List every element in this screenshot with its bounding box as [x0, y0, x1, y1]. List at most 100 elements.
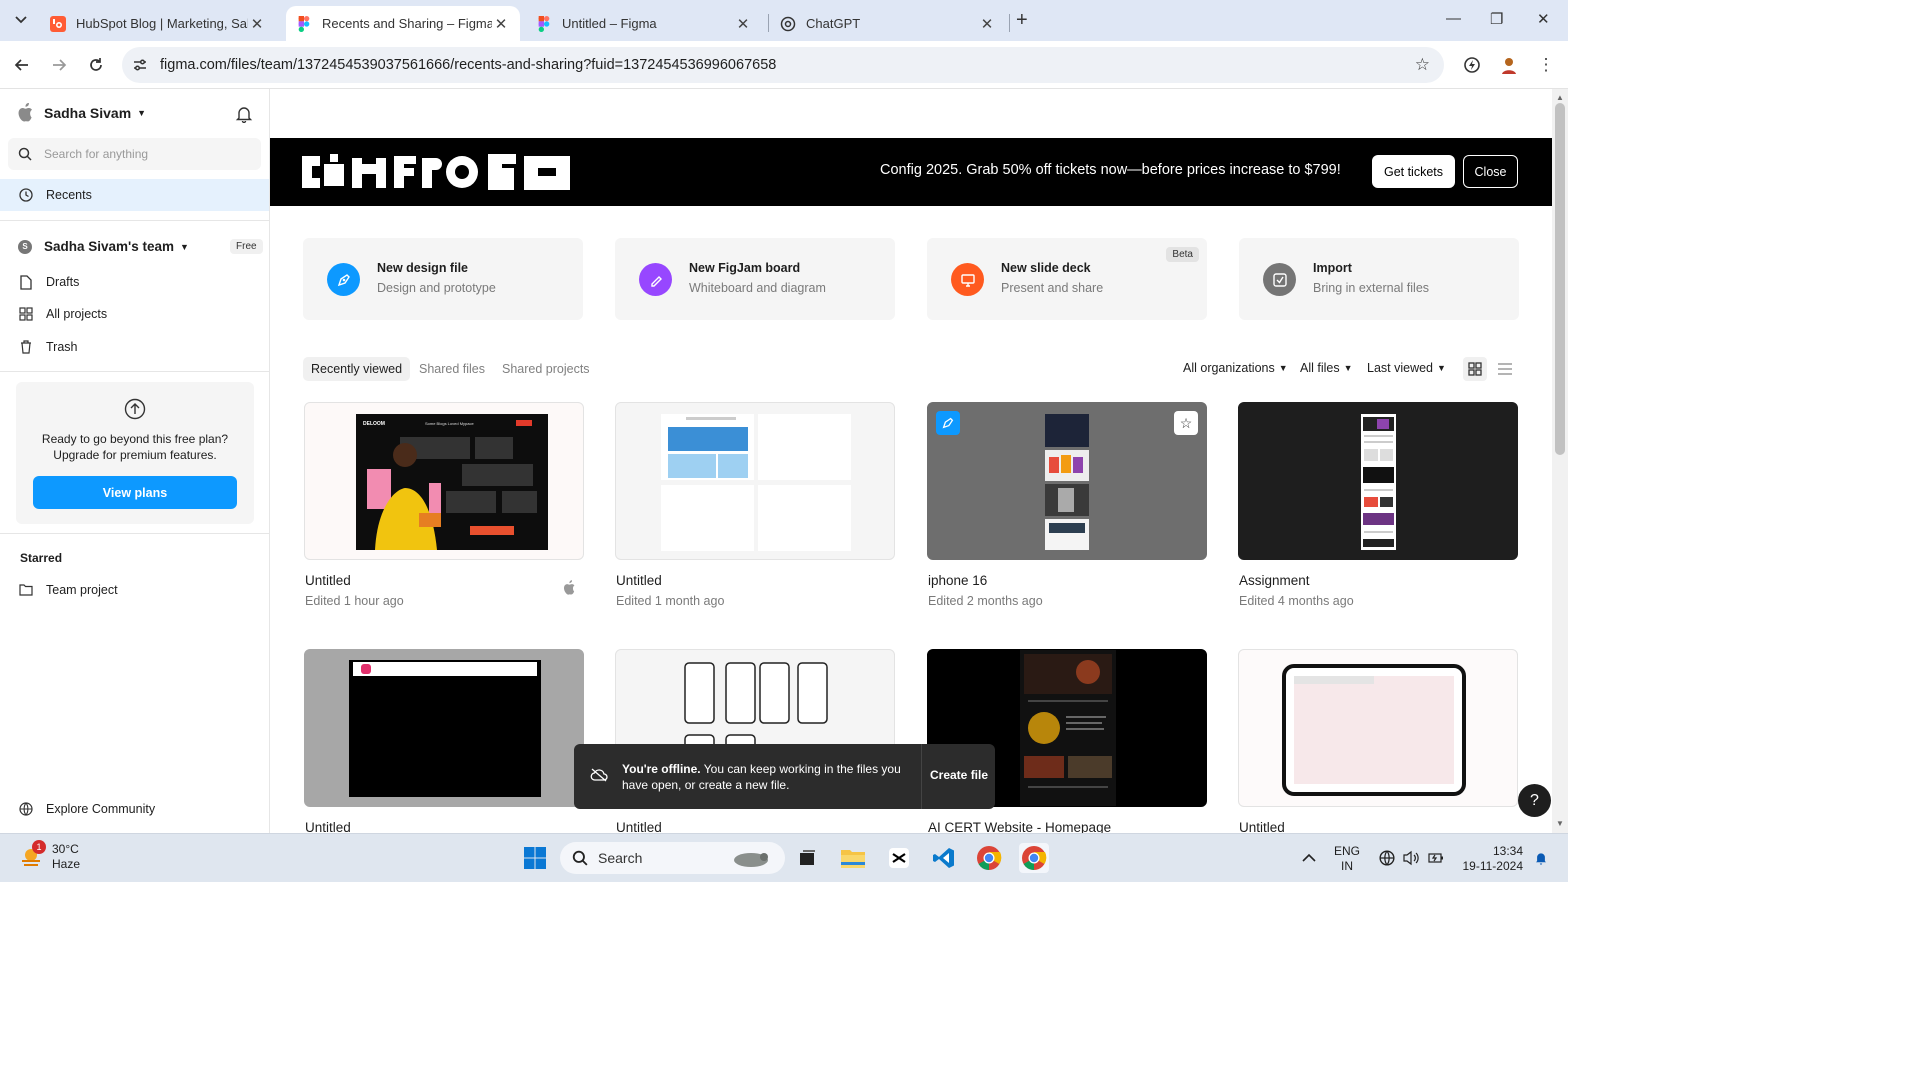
site-settings-icon[interactable] — [122, 47, 158, 83]
browser-tab-strip: HubSpot Blog | Marketing, Sales ✕ Recent… — [0, 0, 1568, 41]
time: 13:34 — [1492, 844, 1523, 858]
scrollbar-thumb[interactable] — [1555, 103, 1565, 455]
browser-tab-figma-recents[interactable]: Recents and Sharing – Figma ✕ — [286, 6, 520, 41]
language-indicator[interactable]: ENG IN — [1334, 844, 1360, 874]
help-button[interactable]: ? — [1518, 784, 1551, 817]
sidebar-item-trash[interactable]: Trash — [0, 331, 269, 363]
files-dropdown[interactable]: All files ▼ — [1300, 361, 1353, 375]
new-slide-deck-card[interactable]: New slide deck Present and share Beta — [927, 238, 1207, 320]
browser-tab-figma-untitled[interactable]: Untitled – Figma ✕ — [526, 6, 762, 41]
tab-shared-projects[interactable]: Shared projects — [494, 357, 598, 381]
chevron-up-icon[interactable] — [1294, 843, 1324, 873]
quick-action-title: Import — [1313, 261, 1352, 275]
get-tickets-button[interactable]: Get tickets — [1372, 155, 1455, 188]
create-file-button[interactable]: Create file — [930, 768, 988, 782]
browser-tab-hubspot[interactable]: HubSpot Blog | Marketing, Sales ✕ — [40, 6, 276, 41]
quick-action-subtitle: Whiteboard and diagram — [689, 281, 826, 295]
scrollbar[interactable]: ▲ ▼ — [1552, 89, 1568, 833]
user-name: Sadha Sivam — [44, 105, 132, 121]
tab-search-button[interactable] — [8, 8, 34, 32]
file-name: Untitled — [305, 820, 351, 833]
browser-menu-icon[interactable]: ⋮ — [1534, 53, 1558, 77]
task-view-icon[interactable] — [792, 843, 822, 873]
tab-shared-files[interactable]: Shared files — [411, 357, 493, 381]
upgrade-line-2: Upgrade for premium features. — [53, 448, 217, 462]
close-tab-icon[interactable]: ✕ — [978, 15, 996, 33]
forward-arrow-icon[interactable] — [47, 53, 71, 77]
file-name: Assignment — [1239, 573, 1310, 588]
divider — [0, 533, 269, 534]
notification-bell-icon[interactable] — [235, 105, 253, 126]
explore-community-link[interactable]: Explore Community — [0, 793, 269, 825]
sort-dropdown[interactable]: Last viewed ▼ — [1367, 361, 1446, 375]
sidebar-item-label: Recents — [46, 188, 92, 202]
windows-taskbar: 1 30°C Haze Search ENG IN 13:34 19-11-20… — [0, 833, 1568, 882]
close-banner-button[interactable]: Close — [1463, 155, 1518, 188]
file-edited: Edited 1 month ago — [616, 594, 725, 608]
language-code: ENG — [1334, 844, 1361, 858]
upgrade-text: Ready to go beyond this free plan? Upgra… — [16, 431, 254, 463]
profile-avatar[interactable] — [1497, 53, 1521, 77]
sidebar-item-recents[interactable]: Recents — [0, 179, 269, 211]
battery-icon[interactable] — [1421, 843, 1451, 873]
dropdown-label: All files — [1300, 361, 1340, 375]
clock[interactable]: 13:34 19-11-2024 — [1455, 844, 1524, 874]
file-thumbnail: ☆ — [927, 402, 1207, 560]
file-name: AI CERT Website - Homepage — [928, 820, 1112, 833]
file-edited: Edited 2 months ago — [928, 594, 1043, 608]
restore-icon[interactable]: ❐ — [1490, 10, 1503, 28]
pen-icon — [327, 263, 360, 296]
scroll-down-icon[interactable]: ▼ — [1556, 819, 1564, 828]
star-icon[interactable]: ☆ — [1174, 411, 1198, 435]
file-explorer-icon[interactable] — [838, 843, 868, 873]
import-card[interactable]: Import Bring in external files — [1239, 238, 1519, 320]
sidebar-item-drafts[interactable]: Drafts — [0, 266, 269, 298]
close-tab-icon[interactable]: ✕ — [734, 15, 752, 33]
extension-icon[interactable] — [1460, 53, 1484, 77]
team-switcher[interactable]: S Sadha Sivam's team ▼ — [18, 239, 189, 254]
organizations-dropdown[interactable]: All organizations ▼ — [1183, 361, 1288, 375]
vscode-icon[interactable] — [929, 843, 959, 873]
sidebar-item-label: Team project — [46, 583, 118, 597]
browser-tab-chatgpt[interactable]: ChatGPT ✕ — [770, 6, 1006, 41]
grid-view-icon[interactable] — [1463, 357, 1487, 381]
capcut-icon[interactable] — [884, 843, 914, 873]
tab-recently-viewed[interactable]: Recently viewed — [303, 357, 411, 381]
taskbar-search[interactable]: Search — [560, 842, 785, 874]
search-input[interactable]: Search for anything — [8, 138, 261, 170]
new-tab-button[interactable]: + — [1016, 10, 1028, 30]
starred-heading: Starred — [20, 551, 63, 565]
sidebar-item-team-project[interactable]: Team project — [0, 574, 269, 606]
bookmark-star-icon[interactable]: ☆ — [1415, 55, 1430, 75]
notification-bell-icon[interactable] — [1526, 843, 1556, 873]
file-name: Untitled — [616, 820, 662, 833]
clock-icon — [18, 188, 34, 202]
close-tab-icon[interactable]: ✕ — [492, 15, 510, 33]
chrome-profile-icon[interactable] — [1019, 843, 1049, 873]
chrome-icon[interactable] — [974, 843, 1004, 873]
close-tab-icon[interactable]: ✕ — [248, 15, 266, 33]
back-arrow-icon[interactable] — [10, 53, 34, 77]
sidebar-item-all-projects[interactable]: All projects — [0, 298, 269, 330]
minimize-icon[interactable]: — — [1446, 10, 1461, 27]
file-edited: Edited 1 hour ago — [305, 594, 404, 608]
tab-title: Untitled – Figma — [562, 16, 657, 31]
new-figjam-board-card[interactable]: New FigJam board Whiteboard and diagram — [615, 238, 895, 320]
view-plans-button[interactable]: View plans — [33, 476, 237, 509]
search-placeholder: Search for anything — [44, 147, 149, 161]
tab-title: Recents and Sharing – Figma — [322, 16, 492, 31]
weather-widget[interactable]: 1 30°C Haze — [18, 840, 80, 872]
account-switcher[interactable]: Sadha Sivam ▼ — [16, 103, 146, 123]
reload-icon[interactable] — [84, 53, 108, 77]
divider — [921, 744, 922, 809]
scroll-up-icon[interactable]: ▲ — [1556, 93, 1564, 102]
new-design-file-card[interactable]: New design file Design and prototype — [303, 238, 583, 320]
address-bar[interactable]: figma.com/files/team/1372454539037561666… — [122, 47, 1444, 83]
quick-action-subtitle: Bring in external files — [1313, 281, 1430, 295]
file-icon — [18, 274, 34, 290]
chevron-down-icon: ▼ — [1437, 363, 1446, 373]
windows-start-icon[interactable] — [520, 843, 550, 873]
close-window-icon[interactable]: ✕ — [1537, 10, 1550, 28]
figma-icon — [296, 15, 312, 32]
list-view-icon[interactable] — [1493, 357, 1517, 381]
